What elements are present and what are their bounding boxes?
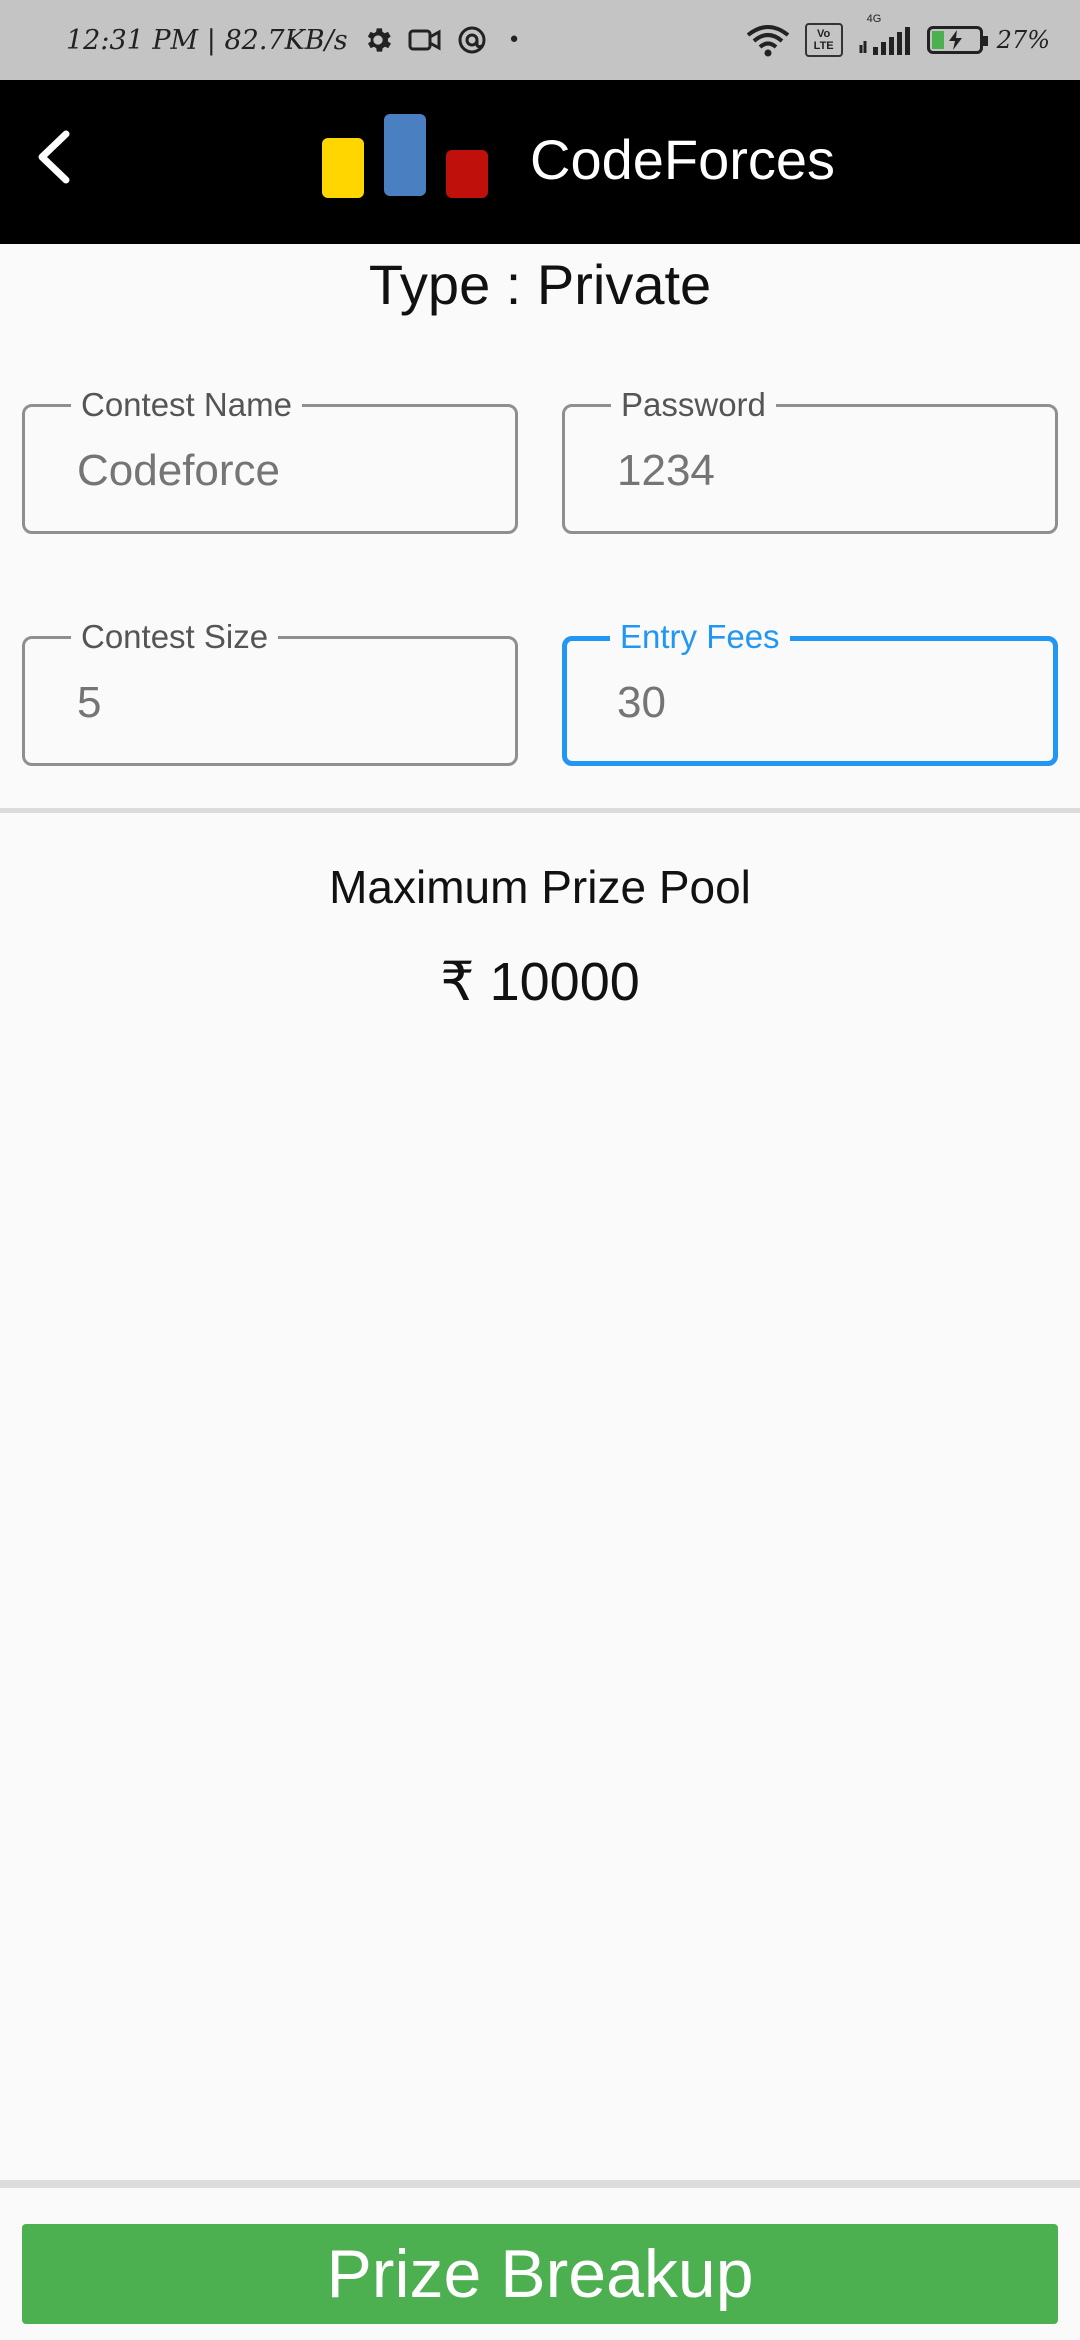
video-camera-icon	[408, 26, 442, 54]
status-right: Vo LTE 4G 27%	[745, 13, 1050, 60]
password-field[interactable]: Password	[562, 385, 1058, 534]
prize-breakup-button[interactable]: Prize Breakup	[22, 2224, 1058, 2324]
status-time-speed: 12:31 PM | 82.7KB/s	[66, 24, 348, 56]
password-input[interactable]	[617, 439, 1037, 503]
bottom-divider	[0, 2180, 1080, 2188]
battery-cap	[982, 36, 988, 46]
prize-pool-title: Maximum Prize Pool	[329, 861, 751, 913]
logo-bar-blue	[384, 114, 426, 196]
wifi-icon	[745, 23, 791, 57]
entry-fees-field[interactable]: Entry Fees	[562, 617, 1058, 766]
contest-name-field[interactable]: Contest Name	[22, 385, 518, 534]
back-button[interactable]	[26, 122, 106, 202]
app-bar: CodeForces	[0, 80, 1080, 244]
contest-size-label: Contest Size	[71, 617, 279, 657]
entry-fees-input[interactable]	[617, 671, 1037, 735]
entry-fees-label: Entry Fees	[610, 617, 790, 657]
contest-name-label: Contest Name	[71, 385, 302, 425]
battery-icon	[926, 26, 988, 54]
at-sign-icon	[456, 24, 488, 56]
logo-bar-red	[446, 150, 488, 198]
app-logo	[322, 114, 494, 214]
cellular-signal-icon: 4G	[857, 13, 913, 57]
settings-gear-icon	[362, 24, 394, 56]
prize-pool-amount: ₹ 10000	[440, 952, 640, 1012]
volte-top-text: Vo	[817, 28, 831, 40]
contest-type-label: Type : Private	[368, 253, 712, 316]
section-divider	[0, 808, 1080, 813]
password-label: Password	[611, 385, 776, 425]
logo-bar-yellow	[322, 138, 364, 198]
chevron-left-icon	[38, 130, 70, 184]
status-dot: •	[507, 27, 521, 53]
battery-percent: 27%	[996, 26, 1050, 54]
contest-size-input[interactable]	[77, 671, 497, 735]
volte-icon: Vo LTE	[804, 23, 843, 57]
status-left: 12:31 PM | 82.7KB/s •	[66, 20, 521, 60]
app-title: CodeForces	[530, 128, 836, 191]
volte-bottom-text: LTE	[813, 40, 834, 52]
contest-size-field[interactable]: Contest Size	[22, 617, 518, 766]
status-bar: 12:31 PM | 82.7KB/s • Vo LTE 4G 27%	[0, 0, 1080, 80]
charging-bolt-icon	[948, 30, 962, 50]
network-type-label: 4G	[866, 13, 882, 25]
battery-fill	[931, 31, 944, 49]
contest-name-input[interactable]	[77, 439, 497, 503]
